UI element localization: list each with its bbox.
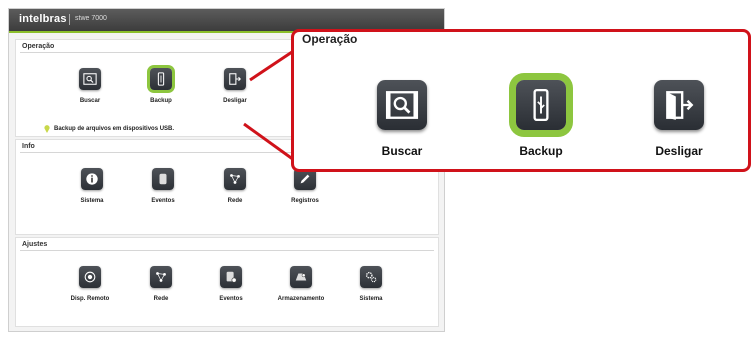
- search-film-icon: [79, 68, 101, 90]
- section-ajustes: Ajustes Disp. Remoto Rede Eventos Armaze…: [15, 237, 439, 327]
- zoom-tile-label: Backup: [519, 144, 563, 158]
- info-icon: [81, 168, 103, 190]
- hdd-icon: [152, 168, 174, 190]
- zoom-title: Operação: [302, 32, 358, 46]
- brand-logo: intelbras: [19, 13, 67, 25]
- info-rede[interactable]: Rede: [205, 168, 265, 204]
- tile-label: Registros: [291, 198, 319, 204]
- tile-label: Eventos: [219, 296, 243, 302]
- operacao-backup[interactable]: Backup: [131, 68, 191, 104]
- camera-icon: [79, 266, 101, 288]
- tile-label: Sistema: [80, 198, 104, 204]
- search-film-icon: [377, 80, 427, 130]
- section-divider: [20, 250, 434, 251]
- operacao-hint: Backup de arquivos em dispositivos USB.: [54, 126, 175, 132]
- operacao-buscar[interactable]: Buscar: [60, 68, 120, 104]
- ajustes-rede[interactable]: Rede: [131, 266, 191, 302]
- zoom-tile-label: Desligar: [655, 144, 703, 158]
- zoom-callout: Operação Buscar Backup Desligar: [291, 29, 751, 172]
- tile-label: Buscar: [79, 98, 101, 104]
- info-sistema[interactable]: Sistema: [62, 168, 122, 204]
- network-icon: [224, 168, 246, 190]
- zoom-desligar[interactable]: Desligar: [634, 80, 724, 158]
- gears-icon: [360, 266, 382, 288]
- exit-door-icon: [654, 80, 704, 130]
- tile-label: Backup: [150, 98, 172, 104]
- tile-label: Eventos: [151, 198, 175, 204]
- tile-label: Armazenamento: [277, 296, 325, 302]
- operacao-desligar[interactable]: Desligar: [205, 68, 265, 104]
- section-title: Ajustes: [22, 241, 48, 248]
- ajustes-sistema[interactable]: Sistema: [341, 266, 401, 302]
- info-registros[interactable]: Registros: [275, 168, 335, 204]
- brand-divider: [69, 14, 70, 25]
- ajustes-armazenamento[interactable]: Armazenamento: [271, 266, 331, 302]
- tile-label: Sistema: [359, 296, 383, 302]
- network-icon: [150, 266, 172, 288]
- disk-gear-icon: [220, 266, 242, 288]
- section-title: Operação: [22, 43, 55, 50]
- section-title: Info: [22, 143, 35, 150]
- storage-icon: [290, 266, 312, 288]
- model-label: stwe 7000: [75, 15, 107, 22]
- info-eventos[interactable]: Eventos: [133, 168, 193, 204]
- ajustes-eventos[interactable]: Eventos: [201, 266, 261, 302]
- usb-icon: [150, 68, 172, 90]
- exit-door-icon: [224, 68, 246, 90]
- tile-label: Rede: [227, 198, 243, 204]
- zoom-buscar[interactable]: Buscar: [357, 80, 447, 158]
- tile-label: Rede: [153, 296, 169, 302]
- zoom-tile-label: Buscar: [381, 144, 423, 158]
- zoom-backup[interactable]: Backup: [496, 80, 586, 158]
- ajustes-disp-remoto[interactable]: Disp. Remoto: [60, 266, 120, 302]
- tile-label: Desligar: [223, 98, 247, 104]
- tile-label: Disp. Remoto: [70, 296, 110, 302]
- usb-icon: [516, 80, 566, 130]
- location-pin-icon: [44, 125, 50, 133]
